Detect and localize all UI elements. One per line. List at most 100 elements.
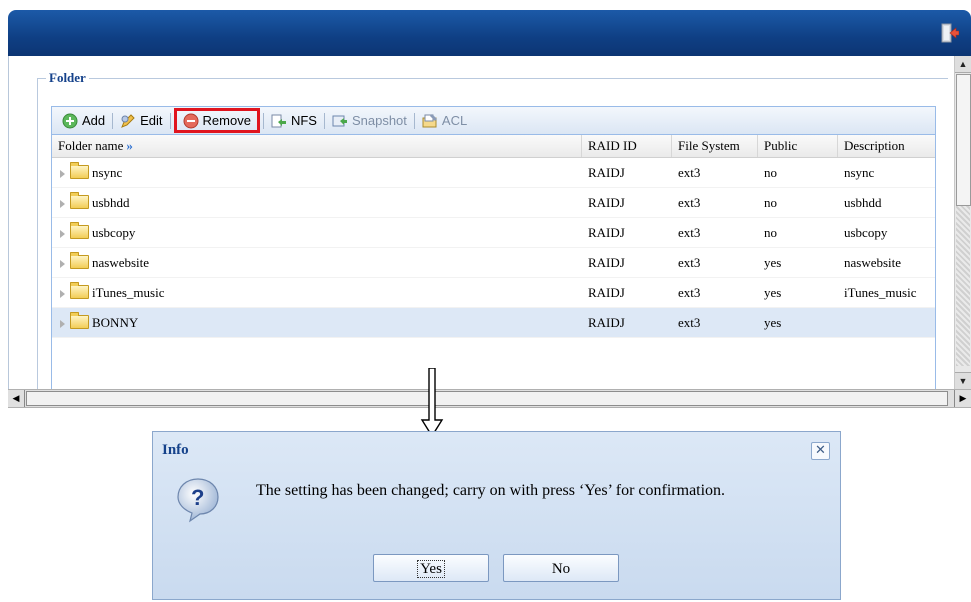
- toolbar-separator: [262, 112, 264, 129]
- snapshot-icon: [332, 115, 347, 126]
- expand-arrow-icon[interactable]: [60, 290, 65, 299]
- edit-button[interactable]: Edit: [116, 109, 166, 132]
- folder-name-cell: usbhdd: [52, 188, 582, 217]
- table-row[interactable]: naswebsite RAIDJ ext3 yes naswebsite: [52, 248, 935, 278]
- double-chevron-icon[interactable]: »: [126, 138, 133, 153]
- snapshot-button[interactable]: Snapshot: [328, 109, 411, 132]
- file-system-cell: ext3: [678, 195, 701, 210]
- scroll-right-arrow-icon[interactable]: ▶: [954, 390, 971, 407]
- scroll-thumb-horizontal[interactable]: [26, 391, 948, 406]
- acl-icon: [422, 113, 437, 127]
- expand-arrow-icon[interactable]: [60, 230, 65, 239]
- file-system-cell: ext3: [678, 255, 701, 270]
- down-arrow-icon: [420, 368, 444, 438]
- folder-name-cell: iTunes_music: [52, 278, 582, 307]
- table-row[interactable]: nsync RAIDJ ext3 no nsync: [52, 158, 935, 188]
- expand-arrow-icon[interactable]: [60, 200, 65, 209]
- folder-icon: [70, 282, 89, 300]
- raid-id-cell: RAIDJ: [588, 315, 625, 330]
- scroll-down-arrow-icon[interactable]: ▼: [955, 372, 971, 389]
- table-row[interactable]: usbcopy RAIDJ ext3 no usbcopy: [52, 218, 935, 248]
- folder-icon: [70, 222, 89, 240]
- vertical-scrollbar[interactable]: ▲ ▼: [954, 56, 971, 389]
- no-label: No: [551, 561, 571, 577]
- scroll-track[interactable]: [956, 206, 970, 366]
- toolbar-separator: [169, 112, 171, 129]
- file-system-cell: ext3: [678, 315, 701, 330]
- column-header-public[interactable]: Public: [758, 135, 838, 157]
- column-header-file-system[interactable]: File System: [672, 135, 758, 157]
- acl-label: ACL: [441, 113, 468, 128]
- file-system-cell: ext3: [678, 285, 701, 300]
- folder-name-cell: BONNY: [52, 308, 582, 337]
- toolbar-separator: [323, 112, 325, 129]
- file-system-cell: ext3: [678, 225, 701, 240]
- dialog-message: The setting has been changed; carry on w…: [256, 482, 726, 499]
- folder-icon: [70, 252, 89, 270]
- folder-icon: [70, 192, 89, 210]
- add-icon: [62, 113, 78, 128]
- grid-body: nsync RAIDJ ext3 no nsync usbhdd RAIDJ ext3 no us…: [52, 158, 935, 338]
- nfs-button[interactable]: NFS: [267, 109, 321, 132]
- description-cell: nsync: [844, 165, 875, 180]
- folder-icon: [70, 162, 89, 180]
- folder-grid: Add Edit Remove NFS Snapshot ACL Folder …: [51, 106, 936, 390]
- remove-button[interactable]: Remove: [173, 108, 260, 133]
- file-system-cell: ext3: [678, 165, 701, 180]
- yes-button[interactable]: Yes: [373, 554, 489, 582]
- table-row[interactable]: BONNY RAIDJ ext3 yes: [52, 308, 935, 338]
- edit-label: Edit: [140, 113, 163, 128]
- raid-id-cell: RAIDJ: [588, 195, 625, 210]
- scroll-left-arrow-icon[interactable]: ◀: [8, 390, 25, 407]
- info-dialog: Info ✕ ? The setting has been changed; c…: [152, 431, 841, 600]
- description-cell: iTunes_music: [844, 285, 917, 300]
- column-header-description[interactable]: Description: [838, 135, 935, 157]
- toolbar-separator: [413, 112, 415, 129]
- grid-header: Folder name» RAID ID File System Public …: [52, 135, 935, 158]
- scroll-up-arrow-icon[interactable]: ▲: [955, 56, 971, 73]
- description-cell: usbcopy: [844, 225, 888, 240]
- column-header-folder-name[interactable]: Folder name»: [52, 135, 582, 157]
- toolbar-separator: [112, 112, 114, 129]
- content-panel: Folder Add Edit Remove NFS Snapshot ACL …: [8, 56, 956, 390]
- acl-button[interactable]: ACL: [418, 109, 471, 132]
- scroll-thumb[interactable]: [956, 74, 971, 206]
- public-cell: yes: [764, 285, 782, 300]
- grid-toolbar: Add Edit Remove NFS Snapshot ACL: [52, 107, 935, 135]
- folder-name-cell: usbcopy: [52, 218, 582, 247]
- public-cell: yes: [764, 255, 782, 270]
- question-icon: ?: [177, 478, 219, 523]
- app-window: Folder Add Edit Remove NFS Snapshot ACL …: [8, 10, 971, 408]
- add-label: Add: [82, 113, 106, 128]
- table-row[interactable]: usbhdd RAIDJ ext3 no usbhdd: [52, 188, 935, 218]
- folder-name-cell: nsync: [52, 158, 582, 187]
- dialog-title: Info: [162, 442, 189, 458]
- title-bar: [8, 10, 971, 56]
- horizontal-scrollbar[interactable]: ◀ ▶: [8, 389, 971, 408]
- public-cell: no: [764, 165, 777, 180]
- raid-id-cell: RAIDJ: [588, 255, 625, 270]
- add-button[interactable]: Add: [58, 109, 109, 132]
- column-header-raid-id[interactable]: RAID ID: [582, 135, 672, 157]
- snapshot-label: Snapshot: [351, 113, 407, 128]
- description-cell: naswebsite: [844, 255, 902, 270]
- remove-icon: [183, 113, 199, 128]
- raid-id-cell: RAIDJ: [588, 165, 625, 180]
- table-row[interactable]: iTunes_music RAIDJ ext3 yes iTunes_music: [52, 278, 935, 308]
- raid-id-cell: RAIDJ: [588, 225, 625, 240]
- fieldset-legend: Folder: [46, 70, 89, 86]
- raid-id-cell: RAIDJ: [588, 285, 625, 300]
- expand-arrow-icon[interactable]: [60, 320, 65, 329]
- logout-icon[interactable]: [941, 23, 959, 43]
- public-cell: no: [764, 225, 777, 240]
- expand-arrow-icon[interactable]: [60, 260, 65, 269]
- edit-icon: [121, 113, 135, 128]
- nfs-icon: [271, 114, 286, 127]
- folder-icon: [70, 312, 89, 330]
- close-icon[interactable]: ✕: [811, 442, 830, 460]
- public-cell: no: [764, 195, 777, 210]
- svg-text:?: ?: [191, 485, 204, 510]
- no-button[interactable]: No: [503, 554, 619, 582]
- nfs-label: NFS: [290, 113, 317, 128]
- expand-arrow-icon[interactable]: [60, 170, 65, 179]
